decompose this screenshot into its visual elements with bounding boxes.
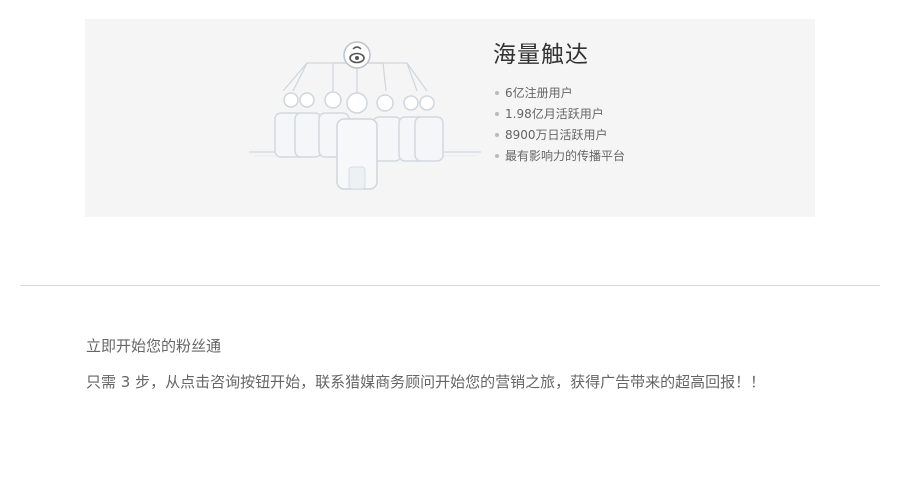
- feature-panel: 海量触达 6亿注册用户 1.98亿月活跃用户 8900万日活跃用户 最有影响力的…: [85, 19, 815, 217]
- bullet-icon: [495, 91, 499, 95]
- feature-point-text: 最有影响力的传播平台: [505, 149, 626, 163]
- intro-heading: 立即开始您的粉丝通: [86, 337, 222, 355]
- bullet-icon: [495, 112, 499, 116]
- list-item: 1.98亿月活跃用户: [493, 104, 793, 125]
- bullet-icon: [495, 154, 499, 158]
- feature-point-text: 1.98亿月活跃用户: [505, 107, 604, 121]
- weibo-eye-icon: [343, 41, 371, 69]
- section-divider: [20, 285, 880, 286]
- bullet-icon: [495, 133, 499, 137]
- feature-point-text: 8900万日活跃用户: [505, 128, 608, 142]
- list-item: 8900万日活跃用户: [493, 125, 793, 146]
- feature-point-text: 6亿注册用户: [505, 86, 573, 100]
- list-item: 6亿注册用户: [493, 83, 793, 104]
- feature-text-block: 海量触达 6亿注册用户 1.98亿月活跃用户 8900万日活跃用户 最有影响力的…: [493, 39, 793, 167]
- feature-point-list: 6亿注册用户 1.98亿月活跃用户 8900万日活跃用户 最有影响力的传播平台: [493, 83, 793, 167]
- list-item: 最有影响力的传播平台: [493, 146, 793, 167]
- intro-body: 只需 3 步，从点击咨询按钮开始，联系猎媒商务顾问开始您的营销之旅，获得广告带来…: [86, 373, 766, 391]
- feature-title: 海量触达: [493, 42, 589, 68]
- people-network-icon: [249, 41, 481, 190]
- page: 海量触达 6亿注册用户 1.98亿月活跃用户 8900万日活跃用户 最有影响力的…: [0, 0, 900, 500]
